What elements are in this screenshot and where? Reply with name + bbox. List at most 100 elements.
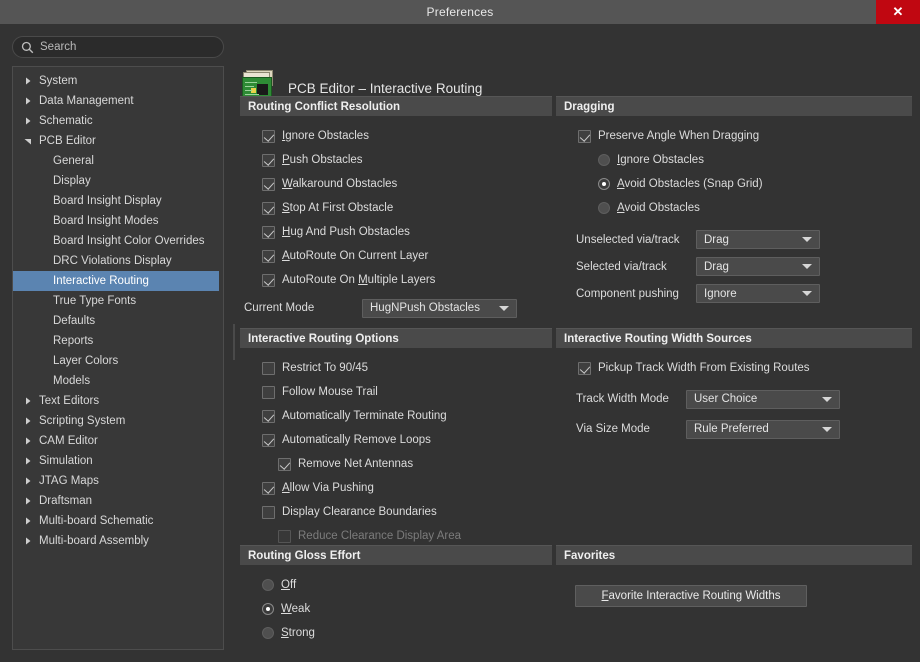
chevron-right-icon[interactable]	[21, 457, 35, 465]
field-label: Track Width Mode	[576, 393, 669, 405]
radio-indicator[interactable]	[598, 178, 610, 190]
chevron-right-icon[interactable]	[21, 97, 35, 105]
close-icon[interactable]: ✕	[876, 0, 920, 24]
checkbox-row-automatically-remove-loops[interactable]: Automatically Remove Loops	[240, 428, 552, 452]
radio-indicator[interactable]	[262, 627, 274, 639]
chevron-right-icon[interactable]	[21, 417, 35, 425]
sidebar-item-display[interactable]: Display	[13, 171, 223, 191]
checkbox-row-automatically-terminate-routing[interactable]: Automatically Terminate Routing	[240, 404, 552, 428]
checkbox-indicator[interactable]	[262, 505, 275, 519]
radio-row-avoid-obstacles[interactable]: Avoid Obstacles	[556, 196, 912, 220]
radio-indicator[interactable]	[262, 579, 274, 591]
chevron-right-icon[interactable]	[21, 397, 35, 405]
checkbox-row-stop-at-first-obstacle[interactable]: Stop At First Obstacle	[240, 196, 552, 220]
checkbox-row-autoroute-on-multiple-layers[interactable]: AutoRoute On Multiple Layers	[240, 268, 552, 292]
radio-indicator[interactable]	[262, 603, 274, 615]
checkbox-indicator[interactable]	[262, 481, 275, 495]
sidebar-item-interactive-routing[interactable]: Interactive Routing	[13, 271, 219, 291]
sidebar-item-draftsman[interactable]: Draftsman	[13, 491, 223, 511]
radio-row-ignore-obstacles[interactable]: Ignore Obstacles	[556, 148, 912, 172]
chevron-right-icon[interactable]	[21, 537, 35, 545]
radio-row-weak[interactable]: Weak	[240, 597, 552, 621]
sidebar-item-board-insight-modes[interactable]: Board Insight Modes	[13, 211, 223, 231]
checkbox-row-follow-mouse-trail[interactable]: Follow Mouse Trail	[240, 380, 552, 404]
checkbox-row-autoroute-on-current-layer[interactable]: AutoRoute On Current Layer	[240, 244, 552, 268]
radio-row-avoid-obstacles-snap-grid[interactable]: Avoid Obstacles (Snap Grid)	[556, 172, 912, 196]
sidebar-item-scripting-system[interactable]: Scripting System	[13, 411, 223, 431]
checkbox-indicator[interactable]	[262, 361, 275, 375]
sidebar-item-drc-violations-display[interactable]: DRC Violations Display	[13, 251, 223, 271]
radio-row-strong[interactable]: Strong	[240, 621, 552, 645]
group-title: Routing Conflict Resolution	[240, 96, 552, 116]
checkbox-indicator[interactable]	[262, 225, 275, 239]
sidebar-item-label: General	[53, 155, 94, 167]
checkbox-indicator[interactable]	[262, 433, 275, 447]
chevron-right-icon[interactable]	[21, 517, 35, 525]
sidebar-item-board-insight-color-overrides[interactable]: Board Insight Color Overrides	[13, 231, 223, 251]
dropdown[interactable]: Drag	[696, 230, 820, 249]
checkbox-indicator[interactable]	[262, 409, 275, 423]
sidebar-item-simulation[interactable]: Simulation	[13, 451, 223, 471]
dropdown[interactable]: Ignore	[696, 284, 820, 303]
checkbox-row-walkaround-obstacles[interactable]: Walkaround Obstacles	[240, 172, 552, 196]
chevron-down-icon[interactable]	[21, 137, 35, 145]
sidebar-item-text-editors[interactable]: Text Editors	[13, 391, 223, 411]
sidebar-item-defaults[interactable]: Defaults	[13, 311, 223, 331]
checkbox-row-restrict-to-90-45[interactable]: Restrict To 90/45	[240, 356, 552, 380]
checkbox-label: Walkaround Obstacles	[282, 178, 398, 190]
search-input[interactable]: Search	[12, 36, 224, 58]
sidebar-item-true-type-fonts[interactable]: True Type Fonts	[13, 291, 223, 311]
sidebar-item-pcb-editor[interactable]: PCB Editor	[13, 131, 223, 151]
checkbox-indicator[interactable]	[262, 129, 275, 143]
checkbox-label: Restrict To 90/45	[282, 362, 369, 374]
sidebar-item-models[interactable]: Models	[13, 371, 223, 391]
dropdown[interactable]: User Choice	[686, 389, 840, 409]
checkbox-indicator[interactable]	[262, 249, 275, 263]
chevron-right-icon[interactable]	[21, 77, 35, 85]
sidebar-item-cam-editor[interactable]: CAM Editor	[13, 431, 223, 451]
dropdown[interactable]: Rule Preferred	[686, 419, 840, 439]
sidebar-item-multi-board-schematic[interactable]: Multi-board Schematic	[13, 511, 223, 531]
sidebar-item-system[interactable]: System	[13, 71, 223, 91]
chevron-right-icon[interactable]	[21, 117, 35, 125]
sidebar-item-label: True Type Fonts	[53, 295, 137, 307]
radio-row-off[interactable]: Off	[240, 573, 552, 597]
pickup-track-width-row[interactable]: Pickup Track Width From Existing Routes	[556, 356, 912, 380]
sidebar-item-reports[interactable]: Reports	[13, 331, 223, 351]
sidebar-item-label: Text Editors	[39, 395, 100, 407]
settings-panel: PCB Editor – Interactive Routing Routing…	[236, 28, 916, 658]
sidebar-item-data-management[interactable]: Data Management	[13, 91, 223, 111]
checkbox-row-hug-and-push-obstacles[interactable]: Hug And Push Obstacles	[240, 220, 552, 244]
chevron-right-icon[interactable]	[21, 437, 35, 445]
checkbox-row-display-clearance-boundaries[interactable]: Display Clearance Boundaries	[240, 500, 552, 524]
preserve-angle-checkbox-row[interactable]: Preserve Angle When Dragging	[556, 124, 912, 148]
checkbox-indicator[interactable]	[262, 177, 275, 191]
radio-indicator[interactable]	[598, 154, 610, 166]
sidebar-item-multi-board-assembly[interactable]: Multi-board Assembly	[13, 531, 223, 551]
pickup-track-width-checkbox[interactable]	[578, 361, 591, 375]
sidebar-item-label: Models	[53, 375, 91, 387]
dropdown[interactable]: Drag	[696, 257, 820, 276]
radio-indicator[interactable]	[598, 202, 610, 214]
chevron-right-icon[interactable]	[21, 497, 35, 505]
chevron-down-icon	[822, 396, 832, 402]
checkbox-indicator[interactable]	[262, 153, 275, 167]
chevron-right-icon[interactable]	[21, 477, 35, 485]
checkbox-indicator[interactable]	[262, 201, 275, 215]
checkbox-indicator[interactable]	[278, 457, 291, 471]
checkbox-indicator[interactable]	[262, 385, 275, 399]
sidebar-item-layer-colors[interactable]: Layer Colors	[13, 351, 223, 371]
sidebar-item-schematic[interactable]: Schematic	[13, 111, 223, 131]
checkbox-row-remove-net-antennas[interactable]: Remove Net Antennas	[240, 452, 552, 476]
current-mode-dropdown[interactable]: HugNPush Obstacles	[362, 298, 517, 318]
sidebar-item-general[interactable]: General	[13, 151, 223, 171]
favorite-interactive-routing-widths-button[interactable]: Favorite Interactive Routing Widths	[575, 585, 807, 607]
sidebar-item-board-insight-display[interactable]: Board Insight Display	[13, 191, 223, 211]
settings-tree[interactable]: System Data Management Schematic PCB Editor…	[12, 66, 224, 650]
preserve-angle-checkbox[interactable]	[578, 129, 591, 143]
checkbox-row-allow-via-pushing[interactable]: Allow Via Pushing	[240, 476, 552, 500]
checkbox-row-ignore-obstacles[interactable]: Ignore Obstacles	[240, 124, 552, 148]
checkbox-row-push-obstacles[interactable]: Push Obstacles	[240, 148, 552, 172]
checkbox-indicator[interactable]	[262, 273, 275, 287]
sidebar-item-jtag-maps[interactable]: JTAG Maps	[13, 471, 223, 491]
